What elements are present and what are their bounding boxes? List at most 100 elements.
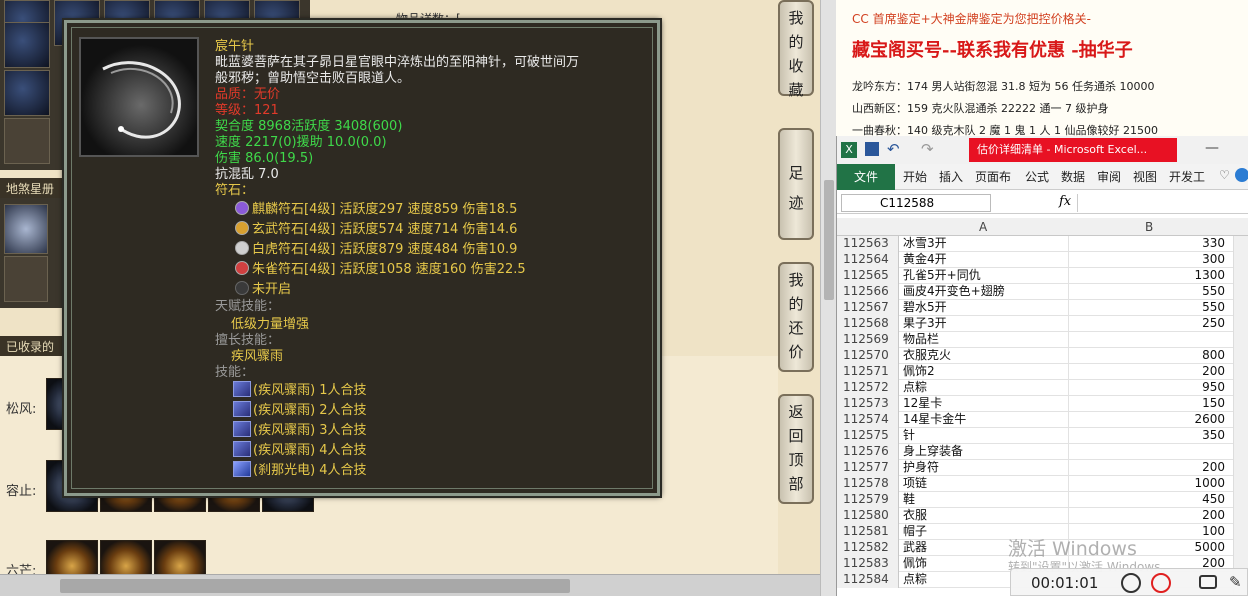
- tab-data[interactable]: 数据: [1061, 168, 1085, 185]
- table-row[interactable]: 112572 点粽 950: [837, 380, 1233, 396]
- footprint-button[interactable]: 足迹: [778, 128, 814, 240]
- table-row[interactable]: 112565 孔雀5开+同仇 1300: [837, 268, 1233, 284]
- row-number[interactable]: 112569: [837, 332, 899, 348]
- camera-icon[interactable]: [1199, 575, 1217, 589]
- table-row[interactable]: 112575 针 350: [837, 428, 1233, 444]
- column-header-b[interactable]: B: [1145, 220, 1153, 234]
- table-row[interactable]: 112576 身上穿装备: [837, 444, 1233, 460]
- vertical-scrollbar[interactable]: [820, 0, 836, 596]
- cell-item[interactable]: 孔雀5开+同仇: [901, 268, 1069, 284]
- cell-item[interactable]: 物品栏: [901, 332, 1069, 348]
- cell-price[interactable]: 550: [1069, 284, 1229, 299]
- cell-item[interactable]: 12星卡: [901, 396, 1069, 412]
- excel-vertical-scrollbar[interactable]: [1233, 236, 1248, 596]
- tab-insert[interactable]: 插入: [939, 168, 963, 185]
- cell-price[interactable]: 800: [1069, 348, 1229, 363]
- row-number[interactable]: 112578: [837, 476, 899, 492]
- row-number[interactable]: 112568: [837, 316, 899, 332]
- table-row[interactable]: 112568 果子3开 250: [837, 316, 1233, 332]
- cell-price[interactable]: 250: [1069, 316, 1229, 331]
- cell-price[interactable]: 300: [1069, 252, 1229, 267]
- cell-item[interactable]: 点粽: [901, 380, 1069, 396]
- table-row[interactable]: 112580 衣服 200: [837, 508, 1233, 524]
- cell-item[interactable]: 佩饰2: [901, 364, 1069, 380]
- undo-icon[interactable]: ↶: [887, 140, 900, 158]
- cell-item[interactable]: 果子3开: [901, 316, 1069, 332]
- row-number[interactable]: 112581: [837, 524, 899, 540]
- cell-price[interactable]: 200: [1069, 460, 1229, 475]
- pause-icon[interactable]: [1121, 573, 1141, 593]
- cell-price[interactable]: 350: [1069, 428, 1229, 443]
- formula-input[interactable]: [1077, 194, 1247, 212]
- row-number[interactable]: 112564: [837, 252, 899, 268]
- row-number[interactable]: 112573: [837, 396, 899, 412]
- help-icon[interactable]: [1235, 168, 1248, 182]
- cell-price[interactable]: 150: [1069, 396, 1229, 411]
- tab-formulas[interactable]: 公式: [1025, 168, 1049, 185]
- row-number[interactable]: 112575: [837, 428, 899, 444]
- collapse-ribbon-icon[interactable]: ♡: [1219, 168, 1230, 182]
- row-number[interactable]: 112584: [837, 572, 899, 588]
- back-to-top-button[interactable]: 返回顶部: [778, 394, 814, 504]
- cell-item[interactable]: 鞋: [901, 492, 1069, 508]
- table-row[interactable]: 112567 碧水5开 550: [837, 300, 1233, 316]
- row-number[interactable]: 112579: [837, 492, 899, 508]
- cell-item[interactable]: 画皮4开变色+翅膀: [901, 284, 1069, 300]
- horizontal-scrollbar[interactable]: [0, 574, 820, 596]
- tab-review[interactable]: 审阅: [1097, 168, 1121, 185]
- table-row[interactable]: 112564 黄金4开 300: [837, 252, 1233, 268]
- character-portrait[interactable]: [4, 204, 48, 254]
- table-row[interactable]: 112579 鞋 450: [837, 492, 1233, 508]
- cell-item[interactable]: 护身符: [901, 460, 1069, 476]
- row-number[interactable]: 112570: [837, 348, 899, 364]
- cell-price[interactable]: 330: [1069, 236, 1229, 251]
- row-number[interactable]: 112576: [837, 444, 899, 460]
- cell-price[interactable]: 200: [1069, 364, 1229, 379]
- cell-item[interactable]: 衣服克火: [901, 348, 1069, 364]
- table-row[interactable]: 112570 衣服克火 800: [837, 348, 1233, 364]
- cell-price[interactable]: 1300: [1069, 268, 1229, 283]
- name-box[interactable]: C112588: [841, 194, 991, 212]
- cell-item[interactable]: 身上穿装备: [901, 444, 1069, 460]
- cell-price[interactable]: 2600: [1069, 412, 1229, 427]
- table-row[interactable]: 112573 12星卡 150: [837, 396, 1233, 412]
- table-row[interactable]: 112574 14星卡金牛 2600: [837, 412, 1233, 428]
- pen-icon[interactable]: ✎: [1229, 573, 1242, 591]
- redo-icon[interactable]: ↷: [921, 140, 934, 158]
- cell-price[interactable]: 1000: [1069, 476, 1229, 491]
- table-row[interactable]: 112569 物品栏: [837, 332, 1233, 348]
- minimize-icon[interactable]: —: [1205, 140, 1219, 156]
- table-row[interactable]: 112566 画皮4开变色+翅膀 550: [837, 284, 1233, 300]
- cell-item[interactable]: 14星卡金牛: [901, 412, 1069, 428]
- row-number[interactable]: 112574: [837, 412, 899, 428]
- item-slot-selected[interactable]: [4, 22, 50, 68]
- stop-record-icon[interactable]: [1151, 573, 1171, 593]
- row-number[interactable]: 112565: [837, 268, 899, 284]
- item-slot[interactable]: [4, 256, 48, 302]
- my-bargain-button[interactable]: 我的还价: [778, 262, 814, 372]
- row-number[interactable]: 112567: [837, 300, 899, 316]
- scrollbar-thumb[interactable]: [824, 180, 834, 300]
- table-row[interactable]: 112571 佩饰2 200: [837, 364, 1233, 380]
- cell-price[interactable]: 450: [1069, 492, 1229, 507]
- cell-item[interactable]: 黄金4开: [901, 252, 1069, 268]
- cell-item[interactable]: 衣服: [901, 508, 1069, 524]
- cell-price[interactable]: 550: [1069, 300, 1229, 315]
- table-row[interactable]: 112577 护身符 200: [837, 460, 1233, 476]
- tab-view[interactable]: 视图: [1133, 168, 1157, 185]
- row-number[interactable]: 112563: [837, 236, 899, 252]
- row-number[interactable]: 112577: [837, 460, 899, 476]
- tab-developer[interactable]: 开发工: [1169, 168, 1205, 185]
- table-row[interactable]: 112578 项链 1000: [837, 476, 1233, 492]
- cell-item[interactable]: 冰雪3开: [901, 236, 1069, 252]
- cell-price[interactable]: 950: [1069, 380, 1229, 395]
- cell-item[interactable]: 碧水5开: [901, 300, 1069, 316]
- tab-page-layout[interactable]: 页面布: [975, 168, 1011, 185]
- column-header-a[interactable]: A: [979, 220, 987, 234]
- table-row[interactable]: 112563 冰雪3开 330: [837, 236, 1233, 252]
- cell-price[interactable]: 200: [1069, 508, 1229, 523]
- item-slot[interactable]: [4, 118, 50, 164]
- row-number[interactable]: 112582: [837, 540, 899, 556]
- row-number[interactable]: 112566: [837, 284, 899, 300]
- cell-item[interactable]: 项链: [901, 476, 1069, 492]
